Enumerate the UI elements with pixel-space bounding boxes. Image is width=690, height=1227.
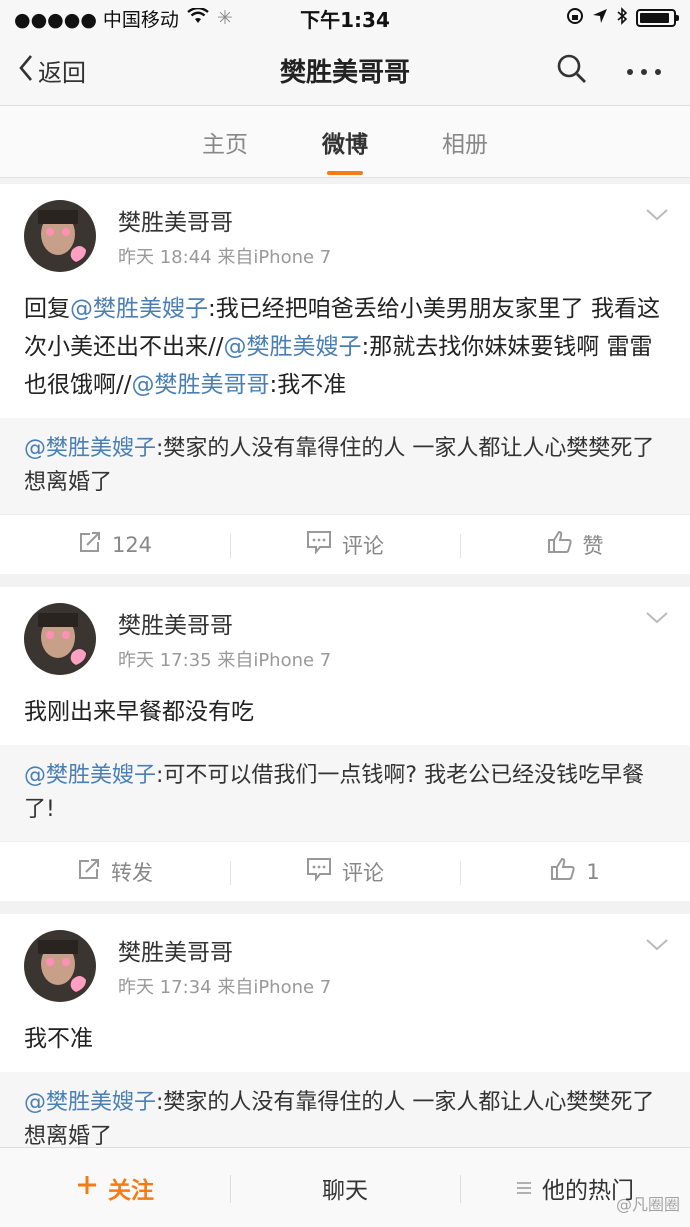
bluetooth-icon [616,6,628,30]
menu-icon [516,1175,532,1201]
feed: 樊胜美哥哥 昨天 18:44 来自iPhone 7 回复@樊胜美嫂子:我已经把咱… [0,178,690,1168]
chevron-down-icon[interactable] [646,936,668,955]
chat-label: 聊天 [322,1177,368,1204]
post-text: 回复@樊胜美嫂子:我已经把咱爸丢给小美男朋友家里了 我看这次小美还出不出来//@… [24,296,661,398]
avatar[interactable] [24,603,96,675]
repost-count: 124 [111,532,153,557]
like-button[interactable]: 1 [460,857,690,886]
post-meta: 昨天 18:44 来自iPhone 7 [118,247,332,268]
post-card: 樊胜美哥哥 昨天 17:34 来自iPhone 7 我不准 @樊胜美嫂子:樊家的… [0,914,690,1168]
plus-icon [76,1174,98,1202]
nav-bar: 返回 樊胜美哥哥 [0,36,690,106]
comment-icon [306,530,332,559]
battery-level [640,13,669,23]
thumbs-up-icon [550,857,576,886]
author-name[interactable]: 樊胜美哥哥 [118,203,331,237]
post-actions: 转发 评论 1 [0,841,690,901]
post-meta: 昨天 17:35 来自iPhone 7 [118,650,332,671]
carrier-label: ●●●●● 中国移动 [14,8,179,31]
profile-tabs: 主页 微博 相册 [0,106,690,178]
repost-button[interactable]: 转发 [0,857,230,887]
like-label: 赞 [582,533,604,558]
rotation-lock-icon [566,7,584,30]
post-text: 我不准 [24,1026,93,1052]
post-card: 樊胜美哥哥 昨天 17:35 来自iPhone 7 我刚出来早餐都没有吃 @樊胜… [0,587,690,901]
watermark: @凡圈圈 [615,1195,680,1214]
tab-weibo[interactable]: 微博 [314,125,376,159]
repost-button[interactable]: 124 [0,530,230,559]
comment-button[interactable]: 评论 [230,857,460,887]
repost-icon [78,530,102,559]
author-name[interactable]: 樊胜美哥哥 [118,933,331,967]
more-icon[interactable] [626,61,662,80]
battery-icon [636,9,679,27]
chevron-left-icon [18,54,34,88]
repost-label: 转发 [111,860,153,885]
back-label: 返回 [38,59,86,87]
post-card: 樊胜美哥哥 昨天 18:44 来自iPhone 7 回复@樊胜美嫂子:我已经把咱… [0,184,690,574]
comment-label: 评论 [342,533,384,558]
post-actions: 124 评论 赞 [0,514,690,574]
like-button[interactable]: 赞 [460,530,690,560]
author-name[interactable]: 樊胜美哥哥 [118,606,331,640]
comment-label: 评论 [342,860,384,885]
repost-icon [77,857,101,886]
comment-icon [306,857,332,886]
location-icon [592,7,608,29]
search-icon[interactable] [556,53,588,89]
comment-button[interactable]: 评论 [230,530,460,560]
wifi-icon [187,6,209,29]
avatar[interactable] [24,930,96,1002]
repost-content[interactable]: @樊胜美嫂子:可不可以借我们一点钱啊? 我老公已经没钱吃早餐了! [0,745,690,841]
follow-label: 关注 [108,1177,154,1204]
post-text: 我刚出来早餐都没有吃 [24,699,254,725]
avatar[interactable] [24,200,96,272]
chevron-down-icon[interactable] [646,609,668,628]
like-count: 1 [586,859,600,884]
status-bar: ●●●●● 中国移动 ✳ 下午1:34 [0,0,690,36]
thumbs-up-icon [547,530,573,559]
tab-home[interactable]: 主页 [194,125,256,159]
repost-content[interactable]: @樊胜美嫂子:樊家的人没有靠得住的人 一家人都让人心樊樊死了 想离婚了 [0,418,690,514]
follow-button[interactable]: 关注 [0,1171,230,1205]
tab-album[interactable]: 相册 [434,125,496,159]
bottom-bar: 关注 聊天 他的热门 @凡圈圈 [0,1147,690,1227]
chevron-down-icon[interactable] [646,206,668,225]
loading-icon: ✳ [216,7,233,29]
chat-button[interactable]: 聊天 [230,1171,460,1205]
post-meta: 昨天 17:34 来自iPhone 7 [118,977,332,998]
back-button[interactable]: 返回 [0,53,86,88]
